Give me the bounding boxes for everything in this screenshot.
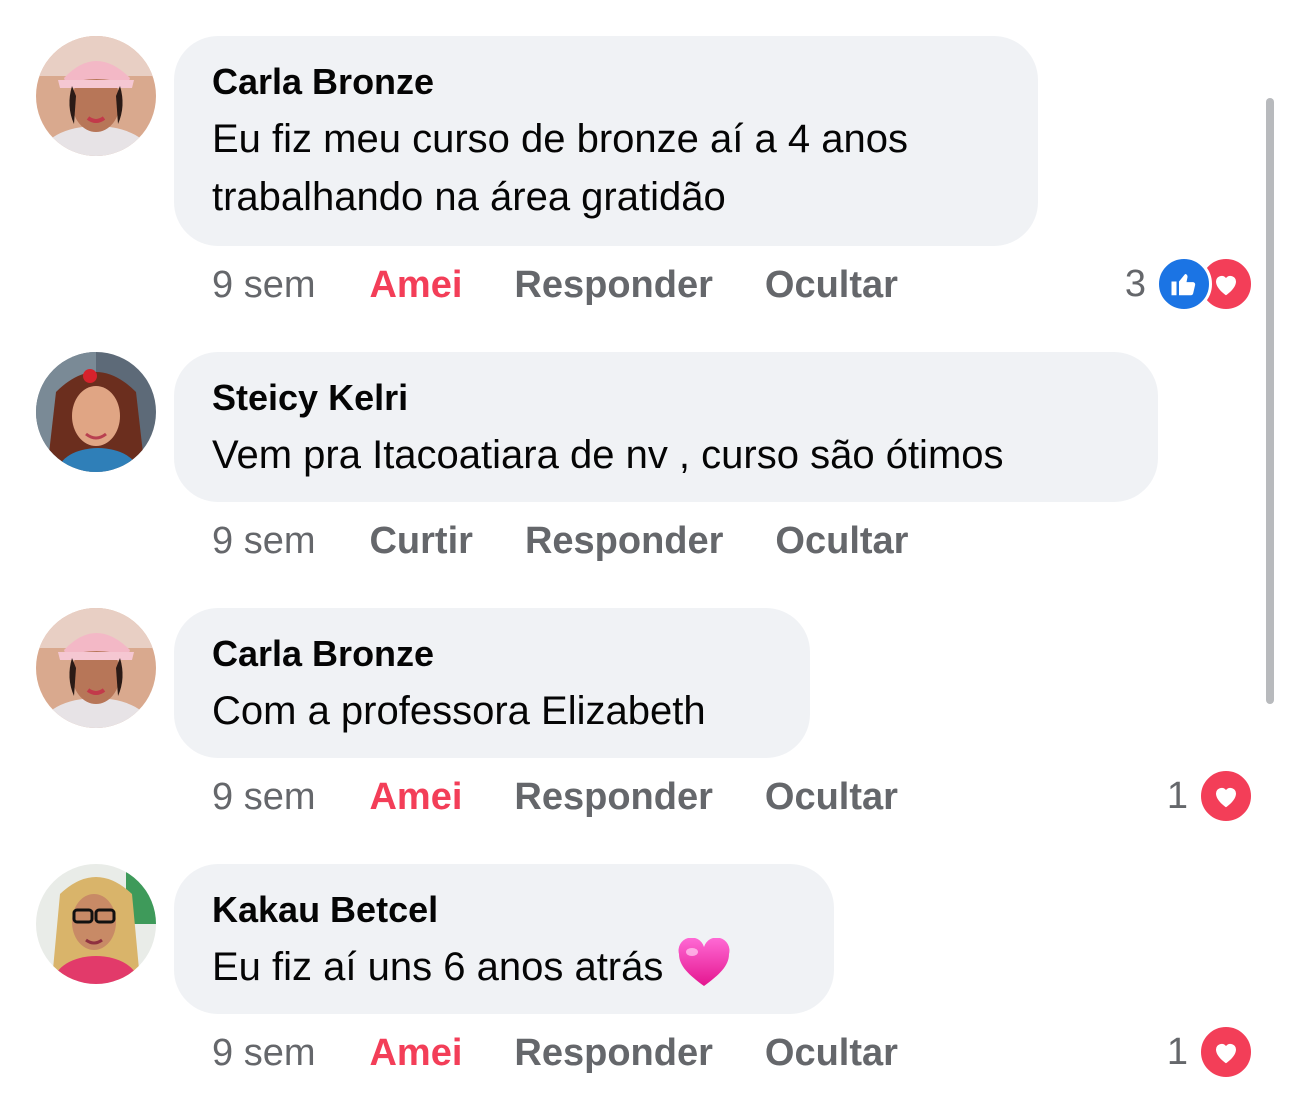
comment-bubble: Carla Bronze Com a professora Elizabeth (174, 608, 810, 758)
comment-actions: 9 sem Curtir Responder Ocultar (212, 516, 960, 566)
comment-text-line: trabalhando na área gratidão (212, 175, 726, 219)
hide-button[interactable]: Ocultar (765, 264, 898, 307)
comment-author[interactable]: Kakau Betcel (212, 886, 796, 934)
avatar[interactable] (36, 36, 156, 156)
comment-text-line: Eu fiz meu curso de bronze aí a 4 anos (212, 117, 908, 161)
comment-bubble: Carla Bronze Eu fiz meu curso de bronze … (174, 36, 1038, 246)
comment-bubble: Kakau Betcel Eu fiz aí uns 6 anos atrás (174, 864, 834, 1014)
hide-button[interactable]: Ocultar (765, 776, 898, 819)
reaction-summary[interactable]: 3 (1125, 256, 1254, 312)
comment-text-line: Com a professora Elizabeth (212, 689, 706, 733)
reply-button[interactable]: Responder (514, 264, 712, 307)
comment-author[interactable]: Steicy Kelri (212, 374, 1120, 422)
reaction-summary[interactable]: 1 (1167, 768, 1254, 824)
comment-time[interactable]: 9 sem (212, 776, 315, 819)
reply-button[interactable]: Responder (525, 520, 723, 563)
scrollbar[interactable] (1266, 98, 1274, 704)
comment-author[interactable]: Carla Bronze (212, 630, 772, 678)
reaction-summary[interactable]: 1 (1167, 1024, 1254, 1080)
comment-time[interactable]: 9 sem (212, 264, 315, 307)
reaction-count: 3 (1124, 262, 1146, 305)
comment-actions: 9 sem Amei Responder Ocultar (212, 260, 950, 310)
comment-time[interactable]: 9 sem (212, 1032, 315, 1075)
comment-actions: 9 sem Amei Responder Ocultar (212, 1028, 950, 1078)
avatar[interactable] (36, 352, 156, 472)
comment-text-line: Vem pra Itacoatiara de nv , curso são ót… (212, 433, 1004, 477)
love-reaction-button[interactable]: Amei (369, 1032, 462, 1075)
comment-actions: 9 sem Amei Responder Ocultar (212, 772, 950, 822)
comment-time[interactable]: 9 sem (212, 520, 315, 563)
hide-button[interactable]: Ocultar (765, 1032, 898, 1075)
hide-button[interactable]: Ocultar (775, 520, 908, 563)
comment-text-line: Eu fiz aí uns 6 anos atrás (212, 937, 796, 1004)
avatar[interactable] (36, 608, 156, 728)
like-button[interactable]: Curtir (369, 520, 472, 563)
avatar[interactable] (36, 864, 156, 984)
comment-bubble: Steicy Kelri Vem pra Itacoatiara de nv ,… (174, 352, 1158, 502)
love-reaction-button[interactable]: Amei (369, 264, 462, 307)
comment-text: Eu fiz aí uns 6 anos atrás (212, 945, 664, 989)
love-reaction-button[interactable]: Amei (369, 776, 462, 819)
love-icon (1198, 768, 1254, 824)
pink-heart-emoji-icon (677, 937, 731, 1004)
love-icon (1198, 1024, 1254, 1080)
comment-author[interactable]: Carla Bronze (212, 58, 1000, 106)
comment-thread: Carla Bronze Eu fiz meu curso de bronze … (0, 0, 1290, 1093)
reply-button[interactable]: Responder (514, 1032, 712, 1075)
like-icon (1156, 256, 1212, 312)
reaction-count: 1 (1166, 1030, 1188, 1073)
reply-button[interactable]: Responder (514, 776, 712, 819)
reaction-count: 1 (1166, 774, 1188, 817)
